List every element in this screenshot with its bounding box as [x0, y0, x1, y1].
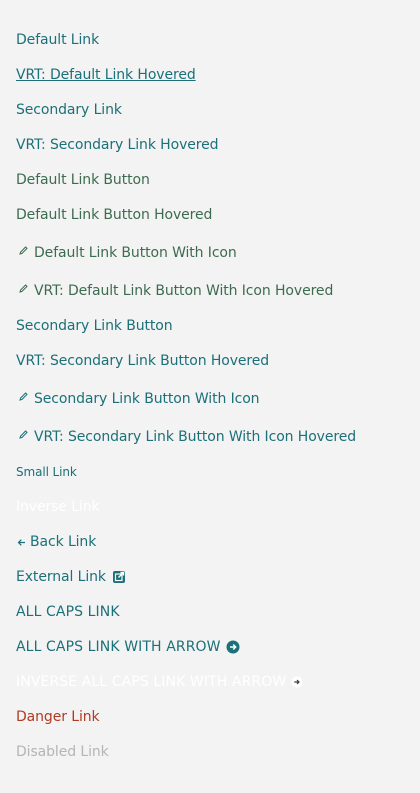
inverse-all-caps-link-with-arrow[interactable]: INVERSE ALL CAPS LINK WITH ARROW	[16, 673, 304, 691]
default-link-label: Default Link	[16, 32, 100, 48]
secondary-link-hovered-label: VRT: Secondary Link Hovered	[16, 137, 219, 153]
small-link[interactable]: Small Link	[16, 463, 77, 481]
pencil-icon	[16, 425, 30, 443]
secondary-link-button-with-icon[interactable]: Secondary Link Button With Icon	[16, 387, 260, 408]
pencil-icon	[16, 279, 30, 297]
link-showcase: Default Link VRT: Default Link Hovered S…	[0, 0, 420, 793]
default-link-button-with-icon-hovered[interactable]: VRT: Default Link Button With Icon Hover…	[16, 282, 333, 300]
disabled-link: Disabled Link	[16, 743, 109, 761]
all-caps-link-with-arrow-label: ALL CAPS LINK WITH ARROW	[16, 639, 221, 655]
secondary-link-button-hovered[interactable]: VRT: Secondary Link Button Hovered	[16, 352, 269, 370]
default-link-hovered[interactable]: VRT: Default Link Hovered	[16, 66, 196, 84]
inverse-link-label: Inverse Link	[16, 499, 100, 515]
default-link[interactable]: Default Link	[16, 31, 99, 49]
secondary-link[interactable]: Secondary Link	[16, 101, 122, 119]
secondary-link-button-label: Secondary Link Button	[16, 318, 173, 334]
default-link-button-hovered-label: Default Link Button Hovered	[16, 207, 213, 223]
small-link-label: Small Link	[16, 465, 77, 479]
default-link-button[interactable]: Default Link Button	[16, 171, 150, 189]
all-caps-link-with-arrow[interactable]: ALL CAPS LINK WITH ARROW	[16, 638, 241, 656]
external-link-label: External Link	[16, 569, 106, 585]
secondary-link-button[interactable]: Secondary Link Button	[16, 317, 173, 335]
arrow-right-icon	[290, 673, 304, 691]
all-caps-link-label: ALL CAPS LINK	[16, 604, 120, 620]
inverse-all-caps-link-with-arrow-label: INVERSE ALL CAPS LINK WITH ARROW	[16, 674, 287, 690]
disabled-link-label: Disabled Link	[16, 744, 109, 760]
secondary-link-label: Secondary Link	[16, 102, 122, 118]
danger-link-label: Danger Link	[16, 709, 100, 725]
inverse-link[interactable]: Inverse Link	[16, 498, 100, 516]
pencil-icon	[16, 241, 30, 259]
all-caps-link[interactable]: ALL CAPS LINK	[16, 603, 120, 621]
default-link-button-hovered[interactable]: Default Link Button Hovered	[16, 206, 212, 224]
secondary-link-button-hovered-label: VRT: Secondary Link Button Hovered	[16, 353, 270, 369]
danger-link[interactable]: Danger Link	[16, 708, 100, 726]
default-link-button-label: Default Link Button	[16, 172, 150, 188]
default-link-button-with-icon-label: Default Link Button With Icon	[34, 245, 237, 261]
arrow-left-icon	[16, 533, 26, 551]
arrow-right-circle-icon	[225, 638, 241, 656]
secondary-link-button-with-icon-hovered-label: VRT: Secondary Link Button With Icon Hov…	[34, 429, 357, 445]
default-link-button-with-icon[interactable]: Default Link Button With Icon	[16, 244, 237, 262]
back-link-label: Back Link	[30, 534, 97, 550]
secondary-link-hovered[interactable]: VRT: Secondary Link Hovered	[16, 136, 219, 154]
pencil-icon	[16, 387, 30, 405]
secondary-link-button-with-icon-hovered[interactable]: VRT: Secondary Link Button With Icon Hov…	[16, 428, 356, 446]
secondary-link-button-with-icon-label: Secondary Link Button With Icon	[34, 391, 260, 407]
external-link-icon	[111, 568, 127, 586]
external-link[interactable]: External Link	[16, 568, 127, 586]
back-link[interactable]: Back Link	[16, 533, 96, 551]
default-link-hovered-label: VRT: Default Link Hovered	[16, 67, 196, 83]
default-link-button-with-icon-hovered-label: VRT: Default Link Button With Icon Hover…	[34, 283, 334, 299]
